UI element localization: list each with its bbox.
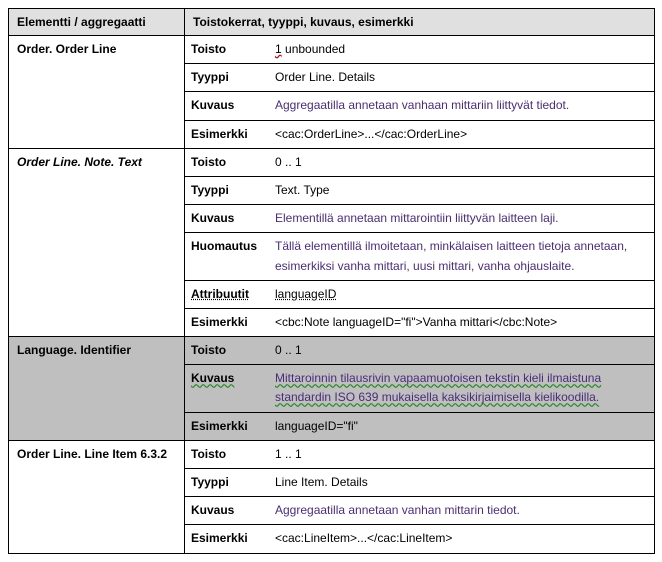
- element-details: Toisto 1 unbounded Tyyppi Order Line. De…: [185, 36, 655, 149]
- label-esimerkki: Esimerkki: [185, 313, 269, 332]
- header-col1: Elementti / aggregaatti: [9, 9, 185, 36]
- label-tyyppi: Tyyppi: [185, 68, 269, 87]
- val-attribuutit: languageID: [275, 287, 336, 301]
- element-details: Toisto 0 .. 1 Tyyppi Text. Type Kuvaus E…: [185, 148, 655, 336]
- table-row: Order. Order Line Toisto 1 unbounded Tyy…: [9, 36, 655, 149]
- label-esimerkki: Esimerkki: [185, 417, 269, 436]
- val-toisto: 0 .. 1: [269, 153, 646, 172]
- val-huomautus: Tällä elementillä ilmoitetaan, minkälais…: [269, 237, 646, 275]
- label-tyyppi: Tyyppi: [185, 181, 269, 200]
- val-kuvaus: Mittaroinnin tilausrivin vapaamuotoisen …: [269, 369, 646, 407]
- val-kuvaus: Aggregaatilla annetaan vanhan mittarin t…: [269, 501, 646, 520]
- label-tyyppi: Tyyppi: [185, 473, 269, 492]
- label-huomautus: Huomautus: [185, 237, 269, 275]
- toisto-max: unbounded: [282, 42, 345, 56]
- label-kuvaus: Kuvaus: [185, 209, 269, 228]
- element-name: Language. Identifier: [9, 337, 185, 441]
- table-row: Order Line. Line Item 6.3.2 Toisto 1 .. …: [9, 440, 655, 553]
- element-details: Toisto 0 .. 1 Kuvaus Mittaroinnin tilaus…: [185, 337, 655, 441]
- label-kuvaus: Kuvaus: [185, 96, 269, 115]
- val-tyyppi: Text. Type: [269, 181, 646, 200]
- toisto-min: 1: [275, 42, 282, 56]
- spec-table: Elementti / aggregaatti Toistokerrat, ty…: [8, 8, 655, 554]
- val-toisto: 0 .. 1: [269, 341, 646, 360]
- element-name: Order Line. Note. Text: [9, 148, 185, 336]
- val-toisto: 1 unbounded: [269, 40, 646, 59]
- label-attribuutit: Attribuutit: [185, 285, 269, 304]
- val-esimerkki: languageID="fi": [269, 417, 646, 436]
- label-esimerkki: Esimerkki: [185, 529, 269, 548]
- element-details: Toisto 1 .. 1 Tyyppi Line Item. Details …: [185, 440, 655, 553]
- val-toisto: 1 .. 1: [269, 445, 646, 464]
- val-tyyppi: Line Item. Details: [269, 473, 646, 492]
- table-row: Order Line. Note. Text Toisto 0 .. 1 Tyy…: [9, 148, 655, 336]
- header-col2: Toistokerrat, tyyppi, kuvaus, esimerkki: [185, 9, 655, 36]
- label-esimerkki: Esimerkki: [185, 125, 269, 144]
- label-toisto: Toisto: [185, 153, 269, 172]
- label-toisto: Toisto: [185, 341, 269, 360]
- val-esimerkki: <cac:LineItem>...</cac:LineItem>: [269, 529, 646, 548]
- val-esimerkki: <cbc:Note languageID="fi">Vanha mittari<…: [269, 313, 646, 332]
- table-row: Language. Identifier Toisto 0 .. 1 Kuvau…: [9, 337, 655, 441]
- label-kuvaus: Kuvaus: [185, 369, 269, 407]
- label-kuvaus: Kuvaus: [185, 501, 269, 520]
- val-kuvaus: Elementillä annetaan mittarointiin liitt…: [269, 209, 646, 228]
- label-toisto: Toisto: [185, 40, 269, 59]
- val-kuvaus: Aggregaatilla annetaan vanhaan mittariin…: [269, 96, 646, 115]
- val-esimerkki: <cac:OrderLine>...</cac:OrderLine>: [269, 125, 646, 144]
- element-name: Order Line. Line Item 6.3.2: [9, 440, 185, 553]
- element-name: Order. Order Line: [9, 36, 185, 149]
- label-toisto: Toisto: [185, 445, 269, 464]
- val-tyyppi: Order Line. Details: [269, 68, 646, 87]
